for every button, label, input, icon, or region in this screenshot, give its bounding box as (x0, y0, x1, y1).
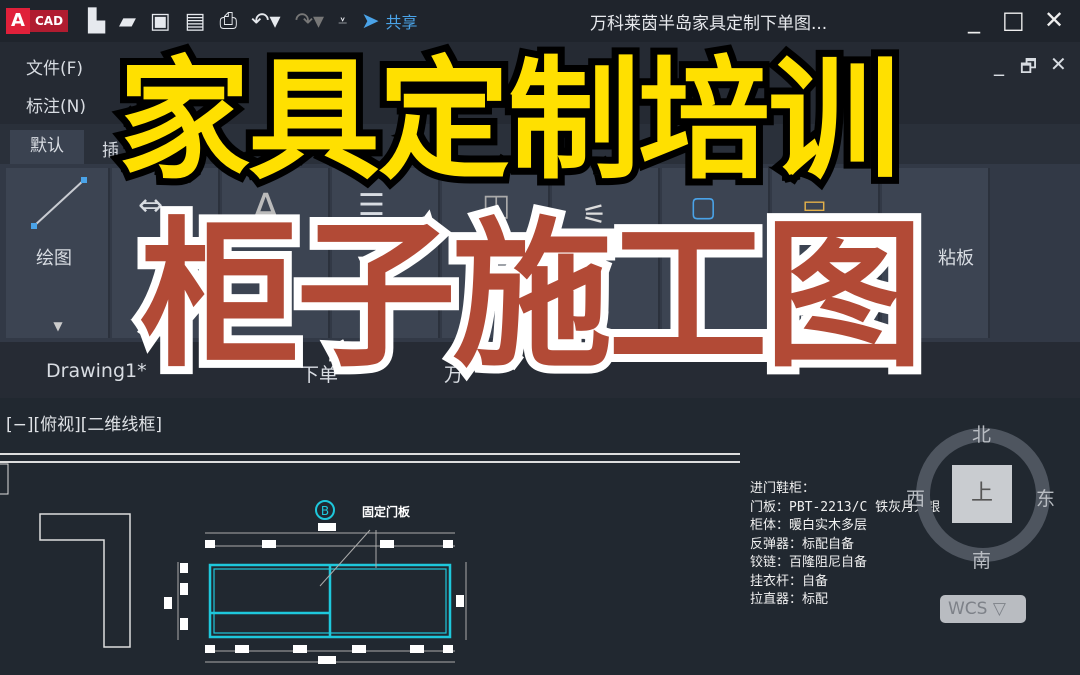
tab-default[interactable]: 默认 (10, 130, 84, 164)
menu-file[interactable]: 文件(F) (26, 54, 83, 79)
note-line: 挂衣杆：自备 (750, 573, 829, 589)
note-line: 柜体：暖白实木多层 (750, 518, 868, 533)
customize-icon[interactable]: ⩡ (338, 11, 347, 31)
dimension-lines (177, 529, 467, 663)
document-title: 万科莱茵半岛家具定制下单图... (590, 14, 828, 34)
doc-restore-button[interactable]: 🗗 (1020, 54, 1037, 84)
overlay-subtitle: 柜子施工图 (132, 194, 932, 397)
draw-panel-label: 绘图 (36, 248, 72, 269)
cabinet-plan (208, 563, 452, 639)
file-tab-drawing1[interactable]: Drawing1* (46, 360, 147, 382)
minimize-button[interactable]: _ (968, 6, 980, 34)
viewport-controls[interactable]: [−][俯视][二维线框] (6, 410, 162, 435)
open-icon[interactable]: ▰ (119, 9, 136, 34)
title-bar: A CAD ▙ ▰ ▣ ▤ ⎙ ↶▾ ↷▾ ⩡ ➤ 共享 万科莱茵半岛家具定制下单… (0, 0, 1080, 42)
logo-letter: A (6, 8, 30, 34)
drawing-canvas[interactable]: B 固定门板 (0, 450, 740, 675)
doc-minimize-button[interactable]: _ (994, 52, 1004, 76)
redo-icon[interactable]: ↷▾ (295, 9, 324, 34)
compass-east[interactable]: 东 (1036, 484, 1055, 511)
close-button[interactable]: ✕ (1044, 6, 1064, 34)
frame-corner (0, 463, 9, 495)
compass-north[interactable]: 北 (972, 420, 991, 447)
viewcube-face[interactable]: 上 (952, 465, 1012, 523)
compass-west[interactable]: 西 (906, 484, 925, 511)
compass-south[interactable]: 南 (972, 546, 991, 573)
logo-text: CAD (30, 10, 69, 32)
clipboard-panel-label: 粘板 (938, 248, 974, 269)
undo-icon[interactable]: ↶▾ (251, 9, 280, 34)
quick-access-toolbar: ▙ ▰ ▣ ▤ ⎙ ↶▾ ↷▾ ⩡ ➤ (88, 9, 379, 34)
app-logo[interactable]: A CAD (6, 8, 69, 34)
share-button[interactable]: 共享 (386, 9, 418, 33)
l-shaped-countertop (39, 513, 131, 648)
save-icon[interactable]: ▣ (150, 9, 171, 34)
leader-label: 固定门板 (362, 504, 411, 519)
wcs-dropdown[interactable]: WCS ▽ (940, 595, 1026, 623)
maximize-button[interactable]: □ (1002, 6, 1025, 34)
save-as-icon[interactable]: ▤ (185, 9, 206, 34)
overlay-title: 家具定制培训 (111, 37, 907, 205)
print-icon[interactable]: ⎙ (220, 9, 238, 34)
menu-dimension[interactable]: 标注(N) (26, 92, 86, 117)
tab-insert[interactable]: 插 (102, 136, 119, 161)
note-line: 铰链：百隆阻尼自备 (750, 555, 868, 570)
note-line: 反弹器：标配自备 (750, 536, 855, 552)
note-line: 拉直器：标配 (750, 592, 829, 607)
section-marker-label: B (321, 504, 329, 518)
doc-close-button[interactable]: ✕ (1050, 52, 1067, 76)
new-icon[interactable]: ▙ (88, 9, 105, 34)
svg-text:▼: ▼ (53, 319, 63, 333)
share-icon[interactable]: ➤ (361, 9, 379, 34)
draw-panel[interactable]: ▼ 绘图 (6, 168, 110, 338)
